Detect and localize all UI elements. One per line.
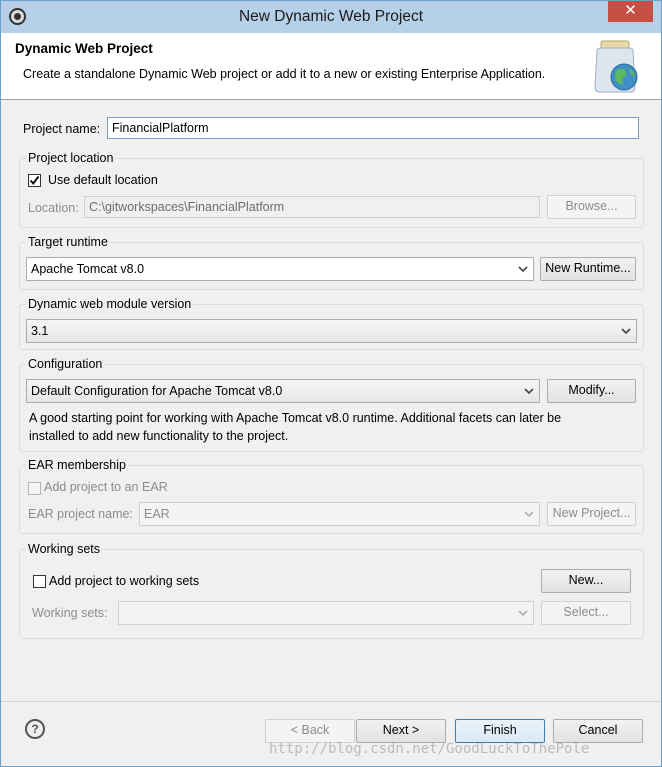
chevron-down-icon (524, 388, 534, 395)
use-default-location-label: Use default location (48, 173, 158, 187)
add-to-working-sets-checkbox[interactable] (33, 575, 46, 588)
project-name-input[interactable]: FinancialPlatform (107, 117, 639, 139)
working-sets-select[interactable] (118, 601, 534, 625)
close-button[interactable]: ✕ (608, 1, 653, 22)
target-runtime-value: Apache Tomcat v8.0 (31, 262, 145, 276)
add-to-working-sets-label: Add project to working sets (49, 574, 200, 588)
module-version-value: 3.1 (31, 324, 49, 338)
wizard-title: Dynamic Web Project (15, 41, 153, 56)
back-button[interactable]: < Back (265, 719, 355, 743)
working-sets-group (19, 549, 644, 639)
footer-separator (1, 701, 661, 702)
location-input[interactable]: C:\gitworkspaces\FinancialPlatform (84, 196, 540, 218)
new-ear-project-button[interactable]: New Project... (547, 502, 636, 526)
project-location-title: Project location (26, 151, 116, 165)
configuration-title: Configuration (26, 357, 105, 371)
chevron-down-icon (518, 266, 528, 273)
chevron-down-icon (518, 610, 528, 617)
target-runtime-title: Target runtime (26, 235, 110, 249)
project-name-label: Project name: (23, 122, 101, 136)
ear-project-name-select[interactable]: EAR (139, 502, 540, 526)
browse-button[interactable]: Browse... (547, 195, 636, 219)
working-sets-label: Working sets: (32, 606, 108, 620)
add-to-ear-checkbox[interactable] (28, 482, 41, 495)
new-working-set-button[interactable]: New... (541, 569, 631, 593)
working-sets-title: Working sets (26, 542, 103, 556)
use-default-location-checkbox[interactable] (28, 174, 41, 187)
web-project-jar-icon (594, 40, 638, 93)
finish-button[interactable]: Finish (455, 719, 545, 743)
cancel-button[interactable]: Cancel (553, 719, 643, 743)
configuration-select[interactable]: Default Configuration for Apache Tomcat … (26, 379, 540, 403)
location-label: Location: (28, 201, 79, 215)
watermark-text: http://blog.csdn.net/GoodLuckToThePole (269, 741, 590, 757)
ear-project-name-label: EAR project name: (28, 507, 133, 521)
next-button[interactable]: Next > (356, 719, 446, 743)
add-to-ear-label: Add project to an EAR (44, 480, 168, 494)
window-title: New Dynamic Web Project (238, 8, 424, 25)
wizard-header: Dynamic Web Project Create a standalone … (1, 33, 661, 100)
ear-project-name-value: EAR (144, 507, 170, 521)
target-runtime-select[interactable]: Apache Tomcat v8.0 (26, 257, 534, 281)
title-bar[interactable]: New Dynamic Web Project ✕ (1, 1, 661, 33)
module-version-title: Dynamic web module version (26, 297, 194, 311)
checkmark-icon (29, 175, 40, 186)
chevron-down-icon (524, 511, 534, 518)
wizard-description: Create a standalone Dynamic Web project … (23, 67, 546, 81)
module-version-select[interactable]: 3.1 (26, 319, 637, 343)
select-working-sets-button[interactable]: Select... (541, 601, 631, 625)
new-runtime-button[interactable]: New Runtime... (540, 257, 636, 281)
configuration-description-line2: installed to add new functionality to th… (29, 429, 289, 443)
configuration-description-line1: A good starting point for working with A… (29, 411, 562, 425)
dialog-window: New Dynamic Web Project ✕ Dynamic Web Pr… (0, 0, 662, 767)
configuration-value: Default Configuration for Apache Tomcat … (31, 384, 283, 398)
ear-membership-title: EAR membership (26, 458, 128, 472)
chevron-down-icon (621, 328, 631, 335)
modify-button[interactable]: Modify... (547, 379, 636, 403)
help-icon[interactable]: ? (25, 719, 45, 739)
